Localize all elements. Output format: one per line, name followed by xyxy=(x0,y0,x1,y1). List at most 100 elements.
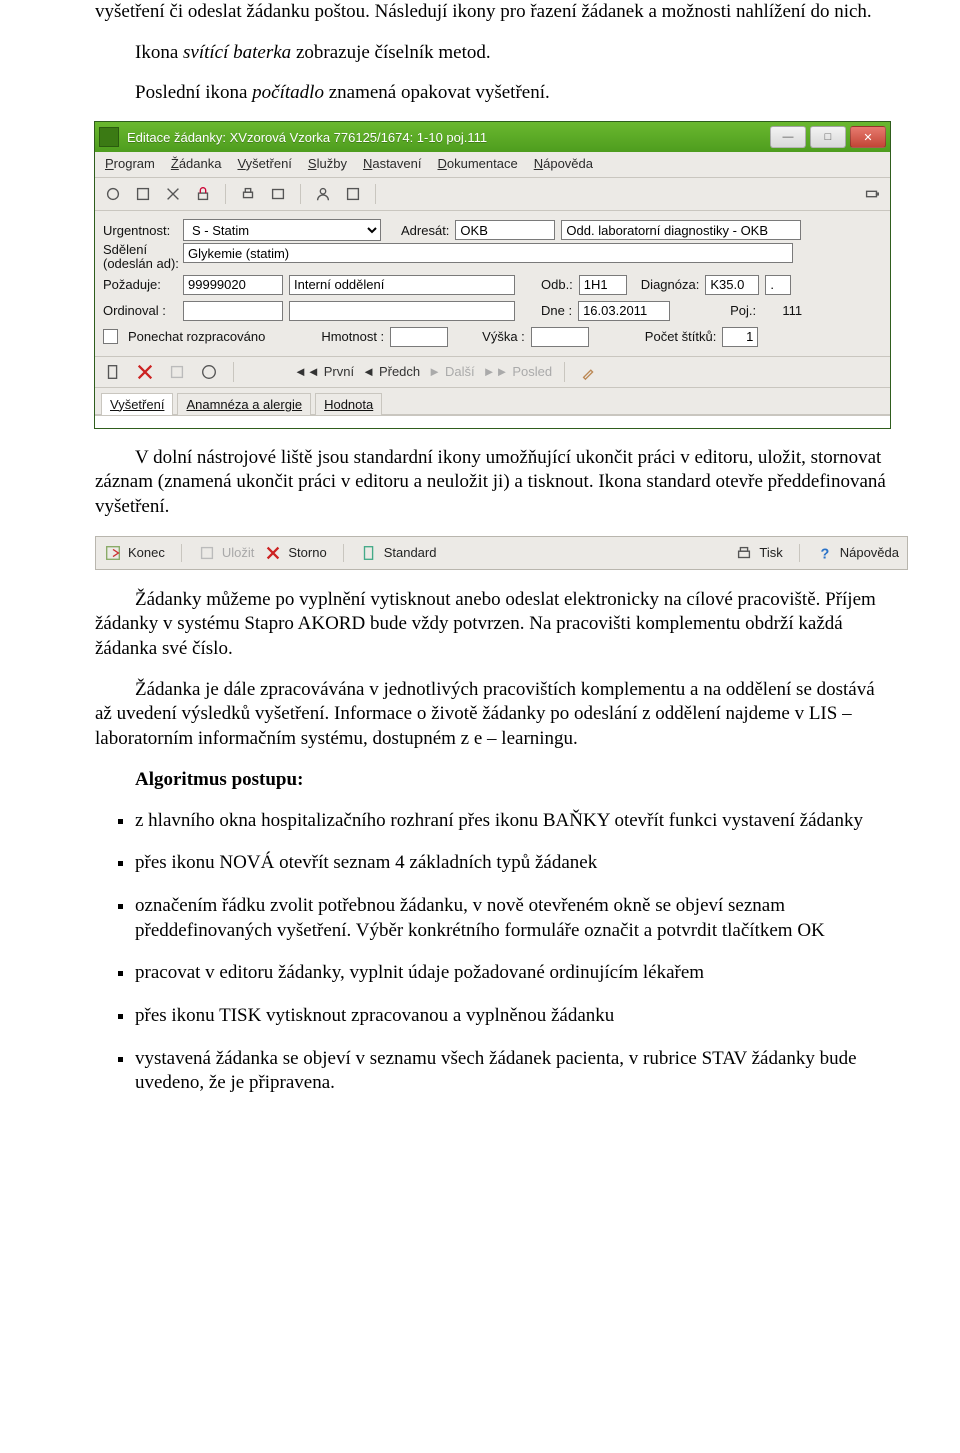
input-hmotnost[interactable] xyxy=(390,327,448,347)
toolbar-icon-2[interactable] xyxy=(131,182,155,206)
menu-program[interactable]: Program xyxy=(105,156,155,171)
input-dne[interactable] xyxy=(578,301,670,321)
tab-bar: Vyšetření Anamnéza a alergie Hodnota xyxy=(95,388,890,415)
select-urgentnost[interactable]: S - Statim xyxy=(183,219,381,241)
toolbar-separator xyxy=(225,184,226,204)
bottom-toolbar: Konec Uložit Storno Standard Tisk ? Nápo… xyxy=(95,536,908,570)
paragraph-6: Žádanka je dále zpracovávána v jednotliv… xyxy=(95,678,890,752)
btn-tisk[interactable]: Tisk xyxy=(735,544,782,562)
delete-icon[interactable] xyxy=(133,360,157,384)
window-title: Editace žádanky: XVzorová Vzorka 776125/… xyxy=(127,130,766,145)
input-vyska[interactable] xyxy=(531,327,589,347)
label-hmotnost: Hmotnost : xyxy=(321,329,384,344)
lock-icon[interactable] xyxy=(191,182,215,206)
label-urgentnost: Urgentnost: xyxy=(103,223,177,238)
battery-icon[interactable] xyxy=(860,182,884,206)
input-ordinoval[interactable] xyxy=(183,301,283,321)
maximize-button[interactable]: □ xyxy=(810,126,846,148)
app-icon xyxy=(99,127,119,147)
input-sdeleni[interactable] xyxy=(183,243,793,263)
nav-next[interactable]: ► Další xyxy=(428,364,475,379)
label-dne: Dne : xyxy=(541,303,572,318)
label-pocet-stitku: Počet štítků: xyxy=(645,329,717,344)
btn-ulozit[interactable]: Uložit xyxy=(198,544,255,562)
new-icon[interactable] xyxy=(101,360,125,384)
label-poj: Poj.: xyxy=(730,303,756,318)
tab-hodnota[interactable]: Hodnota xyxy=(315,393,382,415)
bullet-item: vystavená žádanka se objeví v seznamu vš… xyxy=(135,1047,890,1096)
label: Nápověda xyxy=(840,545,899,560)
input-odb[interactable] xyxy=(579,275,627,295)
window-editace-zadanky: Editace žádanky: XVzorová Vzorka 776125/… xyxy=(95,122,890,428)
input-pocet-stitku[interactable] xyxy=(722,327,758,347)
person-icon[interactable] xyxy=(311,182,335,206)
bullet-item: pracovat v editoru žádanky, vyplnit údaj… xyxy=(135,961,890,986)
save-icon[interactable] xyxy=(165,360,189,384)
toolbar-icon-3[interactable] xyxy=(161,182,185,206)
text: Poslední ikona xyxy=(135,82,252,103)
storno-icon[interactable] xyxy=(197,360,221,384)
heading-algoritmus: Algoritmus postupu: xyxy=(95,768,890,793)
paragraph-2: Ikona svítící baterka zobrazuje číselník… xyxy=(95,41,890,66)
bullet-item: přes ikonu NOVÁ otevřít seznam 4 základn… xyxy=(135,851,890,876)
titlebar[interactable]: Editace žádanky: XVzorová Vzorka 776125/… xyxy=(95,122,890,152)
paragraph-3: Poslední ikona počítadlo znamená opakova… xyxy=(95,81,890,106)
label-pozaduje: Požaduje: xyxy=(103,277,177,292)
menu-dokumentace[interactable]: Dokumentace xyxy=(438,156,518,171)
input-adresat[interactable] xyxy=(455,220,555,240)
toolbar-separator xyxy=(799,544,800,562)
nav-last[interactable]: ►► Posled xyxy=(483,364,552,379)
btn-konec[interactable]: Konec xyxy=(104,544,165,562)
input-diagnoza[interactable] xyxy=(705,275,759,295)
menu-vysetreni[interactable]: Vyšetření xyxy=(237,156,291,171)
toolbar-icon-8[interactable] xyxy=(341,182,365,206)
menu-nastaveni[interactable]: Nastavení xyxy=(363,156,422,171)
text: První xyxy=(324,364,354,379)
label-sdeleni: Sdělení (odeslán ad): xyxy=(103,243,177,272)
input-ordinoval-2[interactable] xyxy=(289,301,515,321)
toolbar-icon-6[interactable] xyxy=(266,182,290,206)
btn-napoveda[interactable]: ? Nápověda xyxy=(816,544,899,562)
tab-vysetreni[interactable]: Vyšetření xyxy=(101,393,173,415)
text: znamená opakovat vyšetření. xyxy=(324,82,550,103)
text: zobrazuje číselník metod. xyxy=(291,42,490,63)
text: Sdělení xyxy=(103,242,147,257)
btn-standard[interactable]: Standard xyxy=(360,544,437,562)
label: Storno xyxy=(288,545,326,560)
form-area: Urgentnost: S - Statim Adresát: Sdělení … xyxy=(95,211,890,356)
paragraph-1: vyšetření či odeslat žádanku poštou. Nás… xyxy=(95,0,890,25)
italic-text: počítadlo xyxy=(252,82,324,103)
brush-icon[interactable] xyxy=(577,360,601,384)
text: Posled xyxy=(512,364,552,379)
input-adresat-desc[interactable] xyxy=(561,220,801,240)
paragraph-5: Žádanky můžeme po vyplnění vytisknout an… xyxy=(95,588,890,662)
label-odb: Odb.: xyxy=(541,277,573,292)
menu-sluzby[interactable]: Služby xyxy=(308,156,347,171)
input-pozaduje-kod[interactable] xyxy=(183,275,283,295)
label-diagnoza: Diagnóza: xyxy=(641,277,700,292)
tab-anamneza[interactable]: Anamnéza a alergie xyxy=(177,393,311,415)
label-vyska: Výška : xyxy=(482,329,525,344)
toolbar-icon-1[interactable] xyxy=(101,182,125,206)
input-pozaduje-oddeleni[interactable] xyxy=(289,275,515,295)
label-adresat: Adresát: xyxy=(401,223,449,238)
toolbar-separator xyxy=(233,362,234,382)
paragraph-4: V dolní nástrojové liště jsou standardní… xyxy=(95,446,890,520)
nav-first[interactable]: ◄◄ První xyxy=(294,364,354,379)
label: Konec xyxy=(128,545,165,560)
nav-prev[interactable]: ◄ Předch xyxy=(362,364,420,379)
italic-text: svítící baterka xyxy=(183,42,291,63)
tab-label: Hodnota xyxy=(324,397,373,412)
label-ordinoval: Ordinoval : xyxy=(103,303,177,318)
close-button[interactable]: ✕ xyxy=(850,126,886,148)
checkbox-ponechat[interactable] xyxy=(103,329,118,344)
label: Uložit xyxy=(222,545,255,560)
menu-zadanka[interactable]: Žádanka xyxy=(171,156,222,171)
minimize-button[interactable]: — xyxy=(770,126,806,148)
menu-napoveda[interactable]: Nápověda xyxy=(534,156,593,171)
value-poj: 111 xyxy=(762,303,802,318)
input-diagnoza-2[interactable] xyxy=(765,275,791,295)
text: Další xyxy=(445,364,475,379)
printer-icon[interactable] xyxy=(236,182,260,206)
btn-storno[interactable]: Storno xyxy=(264,544,326,562)
